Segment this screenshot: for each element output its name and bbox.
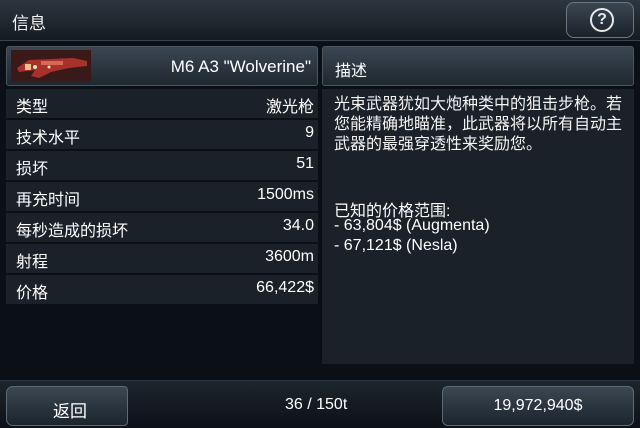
stat-value: 9 [305,124,314,141]
description-header: 描述 [322,46,634,86]
stat-row-recharge: 再充时间 1500ms [6,182,318,211]
stat-row-damage: 损坏 51 [6,151,318,180]
money-amount: 19,972,940$ [493,397,583,414]
stat-value: 1500ms [257,186,314,203]
top-bar: 信息 ? [0,0,640,41]
stat-row-type: 类型 激光枪 [6,89,318,118]
description-panel: 光束武器犹如大炮种类中的狙击步枪。若您能精确地瞄准，此武器将以所有自动主武器的最… [322,89,634,364]
cargo-count: 36 / 150t [285,396,348,413]
stat-value: 3600m [265,248,314,265]
money-display: 19,972,940$ [442,386,634,426]
back-button-label: 返回 [53,402,87,421]
stats-table: 类型 激光枪 技术水平 9 损坏 51 再充时间 1500ms 每秒造成的损坏 … [6,89,318,306]
stat-label: 损坏 [16,161,49,178]
stat-label: 类型 [16,99,49,116]
stat-value: 激光枪 [265,99,314,116]
stat-label: 射程 [16,254,49,271]
stat-label: 每秒造成的损坏 [16,223,129,240]
stat-label: 再充时间 [16,192,81,209]
stat-label: 技术水平 [16,130,81,147]
item-header: M6 A3 "Wolverine" [6,46,318,86]
page-title: 信息 [12,14,46,33]
help-button[interactable]: ? [566,2,634,38]
laser-rifle-icon [11,50,91,82]
bottom-bar: 返回 36 / 150t 19,972,940$ [0,380,640,428]
stat-row-dps: 每秒造成的损坏 34.0 [6,213,318,242]
description-text: 光束武器犹如大炮种类中的狙击步枪。若您能精确地瞄准，此武器将以所有自动主武器的最… [334,96,623,153]
description-title: 描述 [335,63,368,80]
help-icon: ? [590,8,614,32]
back-button[interactable]: 返回 [6,386,128,426]
stat-row-tech-level: 技术水平 9 [6,120,318,149]
stat-value: 34.0 [282,217,314,234]
stat-row-range: 射程 3600m [6,244,318,273]
stat-value: 66,422$ [256,279,314,296]
item-name: M6 A3 "Wolverine" [170,57,311,76]
price-line: - 67,121$ (Nesla) [334,237,458,254]
stat-value: 51 [296,155,314,172]
stat-label: 价格 [16,285,49,302]
price-line: - 63,804$ (Augmenta) [334,217,490,234]
stat-row-price: 价格 66,422$ [6,275,318,304]
